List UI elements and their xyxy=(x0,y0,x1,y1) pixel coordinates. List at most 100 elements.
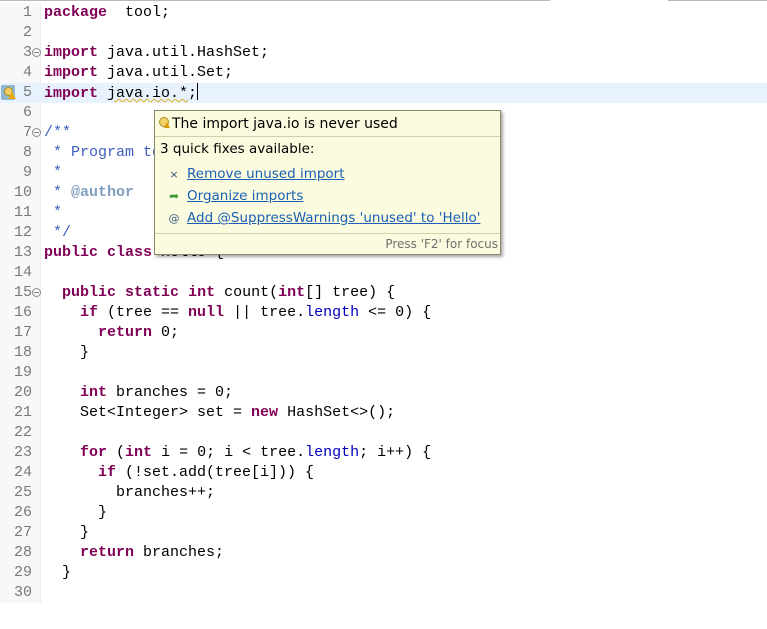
line-number: 28 xyxy=(13,544,32,561)
code-text: * xyxy=(44,203,62,223)
fix-link[interactable]: Organize imports xyxy=(187,188,303,204)
code-line[interactable]: 19 xyxy=(0,363,767,383)
code-line[interactable]: 18 } xyxy=(0,343,767,363)
line-number: 27 xyxy=(13,524,32,541)
code-line[interactable]: 26 } xyxy=(0,503,767,523)
line-number: 25 xyxy=(13,484,32,501)
code-text: /** xyxy=(44,123,71,143)
code-token: tool; xyxy=(107,4,171,21)
code-token: @author xyxy=(71,184,135,201)
line-number: 21 xyxy=(13,404,32,421)
line-number: 2 xyxy=(22,24,32,41)
code-token: * xyxy=(44,204,63,221)
code-token: for xyxy=(80,444,108,461)
editor-top-border xyxy=(0,0,550,1)
code-line[interactable]: 20 int branches = 0; xyxy=(0,383,767,403)
line-number: 17 xyxy=(13,324,32,341)
code-line[interactable]: 1 package tool; xyxy=(0,3,767,23)
code-line[interactable]: 3 import java.util.HashSet; xyxy=(0,43,767,63)
code-token: import xyxy=(44,85,99,102)
code-text: } xyxy=(44,563,71,583)
code-token: new xyxy=(251,404,279,421)
fix-add-suppress-warnings[interactable]: @ Add @SuppressWarnings 'unused' to 'Hell… xyxy=(167,208,481,228)
code-line[interactable]: 17 return 0; xyxy=(0,323,767,343)
line-number: 13 xyxy=(13,244,32,261)
code-line[interactable]: 15 public static int count(int[] tree) { xyxy=(0,283,767,303)
fix-organize-imports[interactable]: ➦ Organize imports xyxy=(167,186,303,206)
code-token: length xyxy=(305,304,360,321)
fix-link[interactable]: Add @SuppressWarnings 'unused' to 'Hello… xyxy=(187,210,480,226)
fold-collapse-icon[interactable] xyxy=(32,48,41,57)
line-number: 26 xyxy=(13,504,32,521)
code-text: if (tree == null || tree.length <= 0) { xyxy=(44,303,431,323)
remove-import-icon: × xyxy=(169,168,179,181)
quick-fix-count: 3 quick fixes available: xyxy=(160,141,315,157)
code-line[interactable]: 16 if (tree == null || tree.length <= 0)… xyxy=(0,303,767,323)
code-text: if (!set.add(tree[i])) { xyxy=(44,463,314,483)
divider xyxy=(155,136,500,137)
quick-fix-popup[interactable]: The import java.io is never used 3 quick… xyxy=(154,110,501,255)
fold-collapse-icon[interactable] xyxy=(32,288,41,297)
code-line[interactable]: 21 Set<Integer> set = new HashSet<>(); xyxy=(0,403,767,423)
fix-link[interactable]: Remove unused import xyxy=(187,166,345,182)
code-token: i = 0; i < tree. xyxy=(152,444,306,461)
code-text: return 0; xyxy=(44,323,179,343)
code-line[interactable]: 25 branches++; xyxy=(0,483,767,503)
code-token: <= 0) { xyxy=(359,304,432,321)
code-line[interactable]: 4 import java.util.Set; xyxy=(0,63,767,83)
code-token: public xyxy=(44,244,99,261)
code-text: } xyxy=(44,503,107,523)
line-number: 29 xyxy=(13,564,32,581)
code-line[interactable]: 14 xyxy=(0,263,767,283)
annotation-icon: @ xyxy=(168,212,180,225)
code-line[interactable]: 29 } xyxy=(0,563,767,583)
code-token: int xyxy=(125,444,153,461)
line-number: 11 xyxy=(13,204,32,221)
code-token: 0; xyxy=(152,324,180,341)
line-number: 5 xyxy=(22,84,32,101)
code-line[interactable]: 30 xyxy=(0,583,767,603)
code-token: return xyxy=(80,544,135,561)
code-line[interactable]: 5 import java.io.*; xyxy=(0,83,767,103)
code-text: import java.util.HashSet; xyxy=(44,43,269,63)
code-line[interactable]: 2 xyxy=(0,23,767,43)
code-token: /** xyxy=(44,124,72,141)
code-text: import java.util.Set; xyxy=(44,63,233,83)
code-editor[interactable]: 1 package tool; 2 3 import java.util.HashSet… xyxy=(0,3,767,603)
line-number: 20 xyxy=(13,384,32,401)
code-token: branches = 0; xyxy=(107,384,234,401)
line-number: 15 xyxy=(13,284,32,301)
code-token: } xyxy=(44,344,90,361)
line-number: 22 xyxy=(13,424,32,441)
code-line[interactable]: 27 } xyxy=(0,523,767,543)
code-token: } xyxy=(44,504,108,521)
line-number: 19 xyxy=(13,364,32,381)
line-number: 30 xyxy=(13,584,32,601)
code-text: * @author xyxy=(44,183,134,203)
line-number: 7 xyxy=(22,124,32,141)
line-number: 4 xyxy=(22,64,32,81)
code-text: Set<Integer> set = new HashSet<>(); xyxy=(44,403,395,423)
code-token: ( xyxy=(107,444,126,461)
code-token: (!set.add(tree[i])) { xyxy=(116,464,315,481)
code-text: int branches = 0; xyxy=(44,383,233,403)
code-token: || tree. xyxy=(224,304,306,321)
code-line[interactable]: 28 return branches; xyxy=(0,543,767,563)
code-line[interactable]: 24 if (!set.add(tree[i])) { xyxy=(0,463,767,483)
code-token: ; xyxy=(188,85,198,102)
lightbulb-warning-icon xyxy=(159,117,170,129)
fold-collapse-icon[interactable] xyxy=(32,128,41,137)
fix-remove-unused-import[interactable]: × Remove unused import xyxy=(167,164,345,184)
code-token: import xyxy=(44,44,99,61)
code-text: import java.io.*; xyxy=(44,83,199,104)
code-text: branches++; xyxy=(44,483,215,503)
divider xyxy=(155,233,500,234)
code-line[interactable]: 22 xyxy=(0,423,767,443)
code-line[interactable]: 23 for (int i = 0; i < tree.length; i++)… xyxy=(0,443,767,463)
code-text: public static int count(int[] tree) { xyxy=(44,283,395,303)
